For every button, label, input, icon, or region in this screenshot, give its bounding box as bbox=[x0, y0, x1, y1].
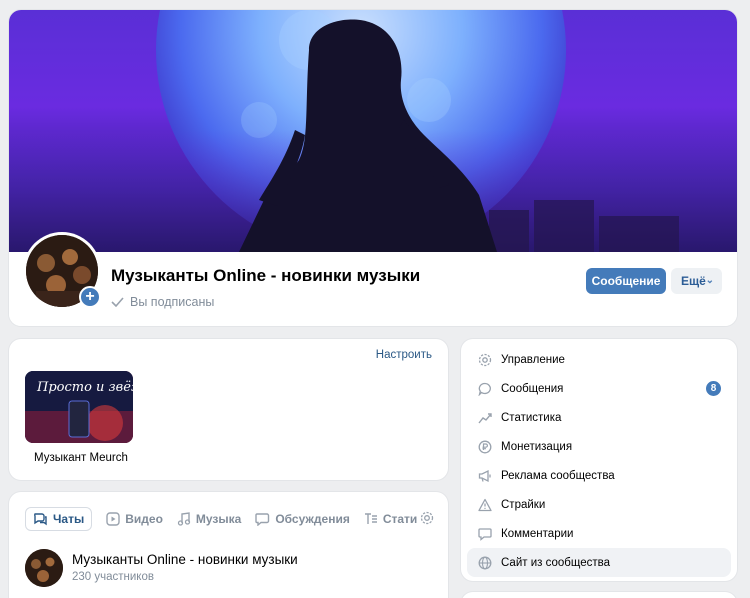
app-thumbnail[interactable]: Просто и звёзды bbox=[25, 371, 133, 443]
video-icon bbox=[106, 512, 120, 526]
menu-item-community-site[interactable]: Сайт из сообщества bbox=[467, 548, 731, 577]
menu-item-strikes[interactable]: Страйки bbox=[467, 490, 731, 519]
tab-label: Чаты bbox=[53, 512, 85, 526]
menu-item-label: Страйки bbox=[501, 498, 546, 511]
comment-icon bbox=[478, 527, 492, 541]
message-icon bbox=[478, 382, 492, 396]
menu-item-advertising[interactable]: Реклама сообщества bbox=[467, 461, 731, 490]
subscription-status[interactable]: Вы подписаны bbox=[111, 295, 214, 309]
app-label[interactable]: Музыкант Meurch bbox=[34, 452, 128, 464]
menu-item-label: Сообщения bbox=[501, 382, 564, 395]
menu-item-comments[interactable]: Комментарии bbox=[467, 519, 731, 548]
menu-item-label: Комментарии bbox=[501, 527, 574, 540]
unread-count-badge: 8 bbox=[706, 381, 721, 396]
menu-item-management[interactable]: Управление bbox=[467, 345, 731, 374]
header-row: + Музыканты Online - новинки музыки Вы п… bbox=[9, 232, 737, 326]
discussion-icon bbox=[255, 512, 270, 526]
check-icon bbox=[111, 297, 124, 307]
chat-avatar-art bbox=[25, 549, 63, 587]
cover-image bbox=[9, 10, 737, 252]
add-avatar-button[interactable]: + bbox=[79, 286, 101, 308]
chat-avatar bbox=[25, 549, 63, 587]
community-header-card: + Музыканты Online - новинки музыки Вы п… bbox=[9, 10, 737, 326]
tab-label: Музыка bbox=[195, 512, 242, 526]
ruble-icon bbox=[478, 440, 492, 454]
chat-title: Музыканты Online - новинки музыки bbox=[72, 552, 298, 567]
chevron-down-icon: ⌄ bbox=[705, 275, 714, 286]
next-card-edge bbox=[461, 592, 737, 598]
tab-chats[interactable]: Чаты bbox=[25, 507, 93, 531]
chat-members: 230 участников bbox=[72, 571, 154, 583]
community-avatar[interactable]: + bbox=[23, 232, 101, 310]
tab-music[interactable]: Музыка bbox=[177, 507, 241, 531]
tab-video[interactable]: Видео bbox=[106, 507, 163, 531]
globe-icon bbox=[478, 556, 492, 570]
warning-icon bbox=[478, 498, 492, 512]
apps-card: Настроить Просто и звёзды Музыкант Meurc… bbox=[9, 339, 448, 480]
content-tabs-card: Чаты Видео Музыка Обсуждения Стати Музык… bbox=[9, 492, 448, 598]
message-button[interactable]: Сообщение bbox=[586, 268, 666, 294]
tab-label: Стати bbox=[382, 512, 418, 526]
cover-art bbox=[9, 10, 737, 252]
tabs-settings-gear-icon[interactable] bbox=[420, 511, 434, 530]
menu-item-statistics[interactable]: Статистика bbox=[467, 403, 731, 432]
chat-list-item[interactable]: Музыканты Online - новинки музыки 230 уч… bbox=[25, 549, 435, 589]
page-title: Музыканты Online - новинки музыки bbox=[111, 266, 421, 285]
more-button-label: Ещё bbox=[681, 274, 706, 288]
content-tabs: Чаты Видео Музыка Обсуждения Стати bbox=[25, 507, 430, 531]
megaphone-icon bbox=[478, 469, 492, 483]
menu-item-label: Монетизация bbox=[501, 440, 573, 453]
menu-item-monetization[interactable]: Монетизация bbox=[467, 432, 731, 461]
tab-discussions[interactable]: Обсуждения bbox=[255, 507, 350, 531]
app-thumbnail-text: Просто и звёзды bbox=[36, 380, 133, 395]
menu-item-messages[interactable]: Сообщения 8 bbox=[467, 374, 731, 403]
chat-icon bbox=[33, 512, 48, 526]
tab-articles[interactable]: Стати bbox=[364, 507, 417, 531]
tab-label: Видео bbox=[125, 512, 163, 526]
articles-icon bbox=[364, 512, 378, 526]
gear-icon bbox=[478, 353, 492, 367]
stats-icon bbox=[478, 411, 492, 425]
admin-menu-card: Управление Сообщения 8 Статистика Монети… bbox=[461, 339, 737, 581]
admin-menu: Управление Сообщения 8 Статистика Монети… bbox=[467, 345, 731, 577]
more-button[interactable]: Ещё ⌄ bbox=[671, 268, 722, 294]
subscription-label: Вы подписаны bbox=[130, 295, 215, 309]
app-thumbnail-art: Просто и звёзды bbox=[25, 371, 133, 443]
setup-link[interactable]: Настроить bbox=[376, 349, 432, 361]
tab-label: Обсуждения bbox=[275, 512, 350, 526]
menu-item-label: Сайт из сообщества bbox=[501, 556, 610, 569]
music-icon bbox=[177, 512, 191, 526]
menu-item-label: Статистика bbox=[501, 411, 562, 424]
menu-item-label: Реклама сообщества bbox=[501, 469, 615, 482]
menu-item-label: Управление bbox=[501, 353, 565, 366]
